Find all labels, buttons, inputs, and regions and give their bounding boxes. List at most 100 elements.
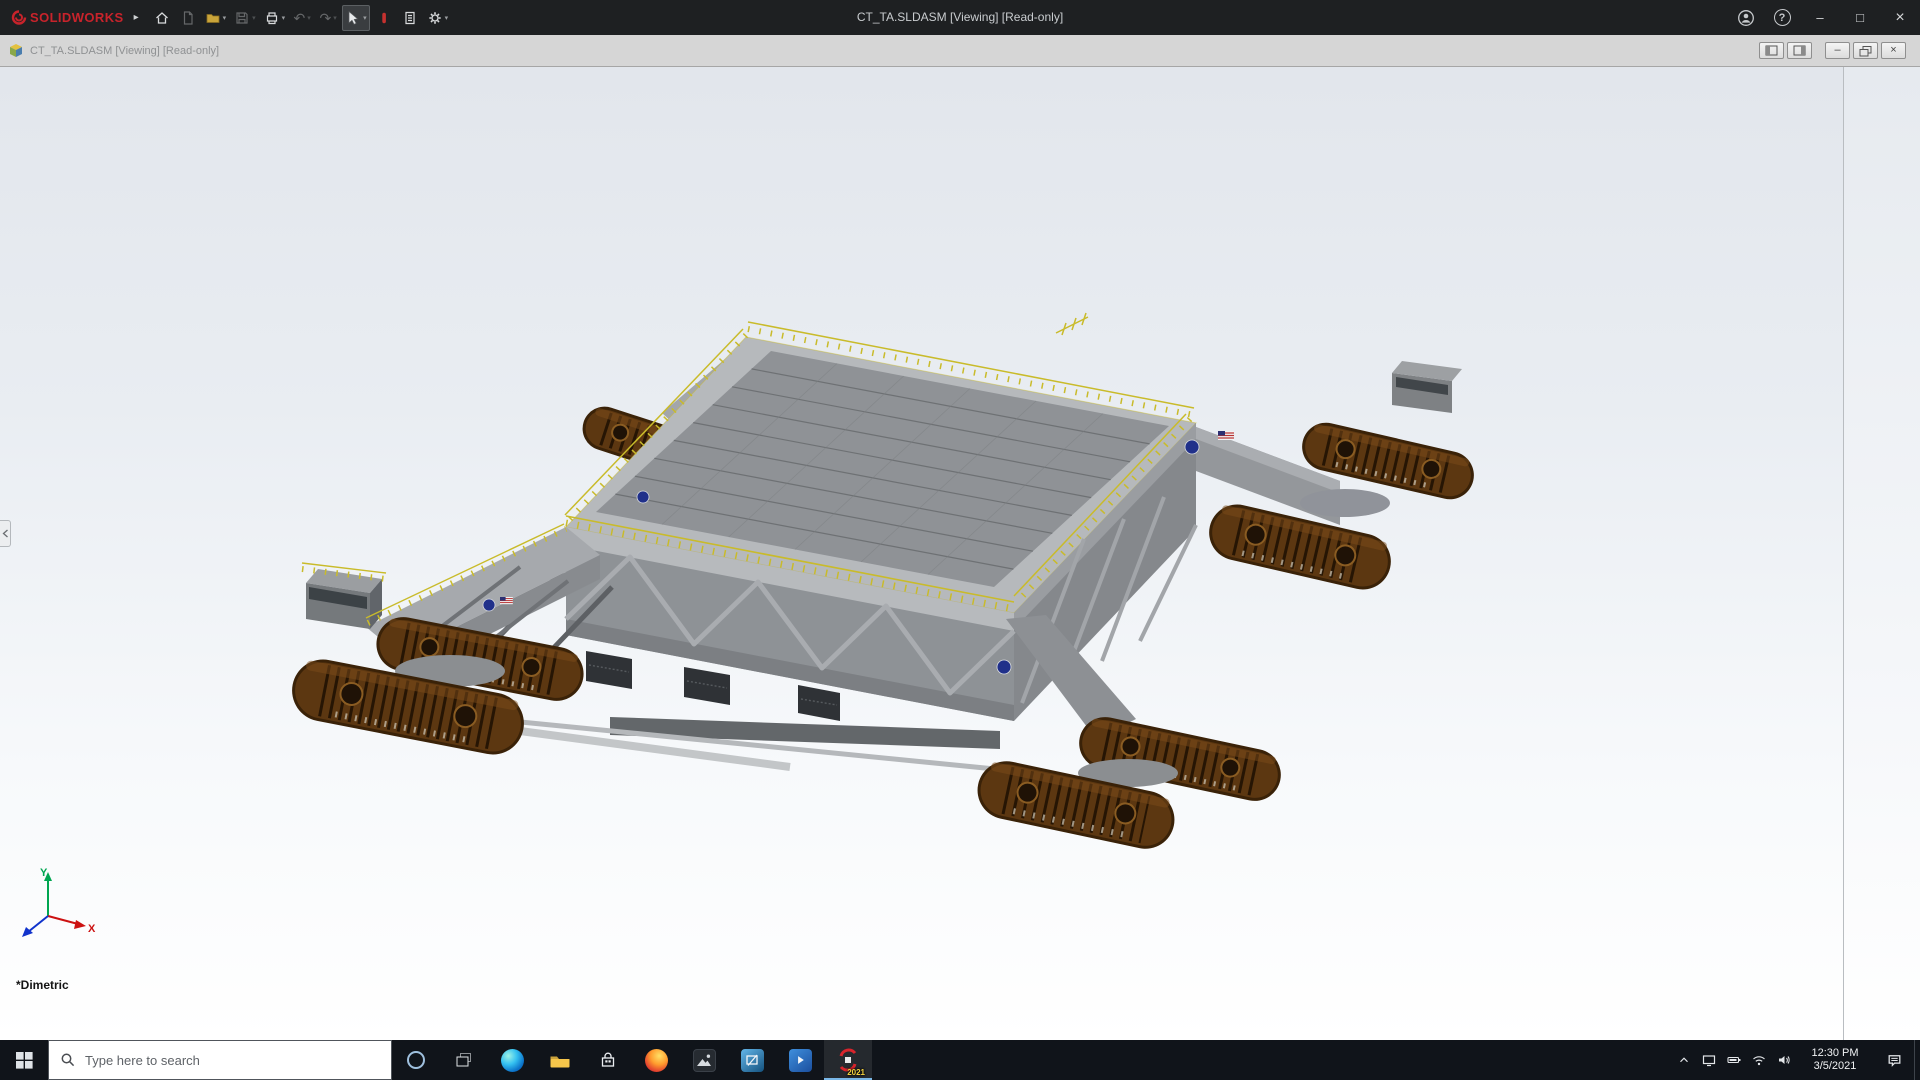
app-titlebar: SOLIDWORKS ▸ ▾ bbox=[0, 0, 1920, 35]
options-button[interactable]: ▾ bbox=[424, 5, 452, 31]
wifi-icon bbox=[1751, 1052, 1767, 1068]
cortana-icon bbox=[405, 1049, 427, 1071]
us-flag-decal-right bbox=[1218, 431, 1234, 440]
speaker-icon bbox=[1776, 1052, 1792, 1068]
start-button[interactable] bbox=[0, 1040, 48, 1080]
clock-date: 3/5/2021 bbox=[1796, 1060, 1874, 1074]
save-dropdown-caret[interactable]: ▾ bbox=[252, 14, 256, 22]
open-document-button[interactable]: ▾ bbox=[202, 5, 230, 31]
dassault-swirl-icon bbox=[10, 9, 27, 26]
help-icon: ? bbox=[1774, 9, 1791, 26]
cortana-button[interactable] bbox=[392, 1040, 440, 1080]
document-properties-button[interactable] bbox=[398, 5, 422, 31]
snapshot-marker-icon bbox=[376, 10, 392, 26]
task-view-icon bbox=[455, 1052, 473, 1068]
triad-x-label: X bbox=[88, 923, 96, 935]
edge-icon bbox=[501, 1049, 524, 1072]
gear-icon bbox=[427, 10, 443, 26]
select-dropdown-caret[interactable]: ▾ bbox=[363, 14, 367, 22]
taskbar-clock[interactable]: 12:30 PM 3/5/2021 bbox=[1796, 1040, 1874, 1080]
pane-left-icon bbox=[1765, 45, 1778, 56]
firefox-button[interactable] bbox=[632, 1040, 680, 1080]
open-folder-icon bbox=[205, 10, 221, 26]
menu-flyout-arrow[interactable]: ▸ bbox=[134, 12, 139, 23]
roof-ladder bbox=[1056, 313, 1088, 335]
battery-tray-button[interactable] bbox=[1721, 1040, 1746, 1080]
document-restore-button[interactable] bbox=[1853, 42, 1878, 59]
document-minimize-button[interactable]: – bbox=[1825, 42, 1850, 59]
store-icon bbox=[598, 1050, 618, 1070]
us-flag-decal-left bbox=[500, 597, 513, 604]
under-deck-shadow bbox=[610, 717, 1000, 749]
display-tray-button[interactable] bbox=[1696, 1040, 1721, 1080]
show-desktop-button[interactable] bbox=[1914, 1040, 1920, 1080]
taskbar-search[interactable] bbox=[48, 1040, 392, 1080]
brand-name: SOLIDWORKS bbox=[30, 10, 124, 25]
redo-dropdown-caret[interactable]: ▾ bbox=[333, 14, 337, 22]
clock-time: 12:30 PM bbox=[1796, 1047, 1874, 1061]
display-icon bbox=[1701, 1052, 1717, 1068]
search-input[interactable] bbox=[85, 1053, 380, 1068]
network-tray-button[interactable] bbox=[1746, 1040, 1771, 1080]
new-document-button[interactable] bbox=[176, 5, 200, 31]
save-icon bbox=[234, 10, 250, 26]
feature-panel-collapse-tab[interactable] bbox=[0, 520, 11, 547]
volume-tray-button[interactable] bbox=[1771, 1040, 1796, 1080]
triad-y-label: Y bbox=[40, 867, 48, 879]
firefox-icon bbox=[645, 1049, 668, 1072]
solidworks-logo: SOLIDWORKS bbox=[10, 9, 124, 26]
print-icon bbox=[264, 10, 280, 26]
media-app-button[interactable] bbox=[776, 1040, 824, 1080]
task-view-button[interactable] bbox=[440, 1040, 488, 1080]
photos-button[interactable] bbox=[680, 1040, 728, 1080]
file-explorer-button[interactable] bbox=[536, 1040, 584, 1080]
action-center-button[interactable] bbox=[1874, 1040, 1914, 1080]
photos-icon bbox=[693, 1049, 716, 1072]
undo-button[interactable]: ↶ ▾ bbox=[290, 5, 314, 31]
redo-button[interactable]: ↷ ▾ bbox=[316, 5, 340, 31]
document-close-button[interactable]: × bbox=[1881, 42, 1906, 59]
edrawings-icon bbox=[741, 1049, 764, 1072]
select-tool-button[interactable]: ▾ bbox=[342, 5, 370, 31]
save-button[interactable]: ▾ bbox=[231, 5, 259, 31]
print-dropdown-caret[interactable]: ▾ bbox=[282, 14, 286, 22]
options-dropdown-caret[interactable]: ▾ bbox=[445, 14, 449, 22]
task-pane-strip[interactable] bbox=[1843, 67, 1920, 1040]
chevron-up-icon bbox=[1677, 1053, 1691, 1067]
snapshot-button[interactable] bbox=[372, 5, 396, 31]
restore-icon bbox=[1859, 45, 1872, 57]
document-titlebar: CT_TA.SLDASM [Viewing] [Read-only] – bbox=[0, 35, 1920, 67]
file-explorer-icon bbox=[549, 1051, 571, 1069]
orientation-triad[interactable]: Y X bbox=[14, 864, 106, 956]
print-button[interactable]: ▾ bbox=[261, 5, 289, 31]
help-button[interactable]: ? bbox=[1764, 0, 1800, 35]
close-button[interactable]: × bbox=[1880, 0, 1920, 35]
store-button[interactable] bbox=[584, 1040, 632, 1080]
solidworks-year-badge: 2021 bbox=[847, 1068, 865, 1077]
right-unit-machinery bbox=[1300, 489, 1390, 517]
redo-icon: ↷ bbox=[320, 11, 332, 25]
panel-collapse-arrow-icon bbox=[2, 529, 9, 538]
undo-dropdown-caret[interactable]: ▾ bbox=[307, 14, 311, 22]
view-orientation-label: *Dimetric bbox=[16, 978, 69, 992]
viewport-pane-left-button[interactable] bbox=[1759, 42, 1784, 59]
home-button[interactable] bbox=[150, 5, 174, 31]
solidworks-app-button[interactable]: 2021 bbox=[824, 1040, 872, 1080]
select-cursor-icon bbox=[345, 10, 361, 26]
home-icon bbox=[154, 10, 170, 26]
viewport-pane-right-button[interactable] bbox=[1787, 42, 1812, 59]
hidden-icons-button[interactable] bbox=[1671, 1040, 1696, 1080]
edrawings-button[interactable] bbox=[728, 1040, 776, 1080]
solidworks-application-window: SOLIDWORKS ▸ ▾ bbox=[0, 0, 1920, 1080]
pane-right-icon bbox=[1793, 45, 1806, 56]
minimize-button[interactable]: – bbox=[1800, 0, 1840, 35]
crawler-transporter-model[interactable] bbox=[0, 67, 1843, 1040]
maximize-button[interactable]: □ bbox=[1840, 0, 1880, 35]
document-title: CT_TA.SLDASM [Viewing] [Read-only] bbox=[30, 45, 219, 57]
account-button[interactable] bbox=[1728, 0, 1764, 35]
graphics-viewport[interactable]: Y X *Dimetric bbox=[0, 67, 1920, 1040]
open-dropdown-caret[interactable]: ▾ bbox=[223, 14, 227, 22]
undo-icon: ↶ bbox=[294, 11, 306, 25]
edge-button[interactable] bbox=[488, 1040, 536, 1080]
media-app-icon bbox=[789, 1049, 812, 1072]
